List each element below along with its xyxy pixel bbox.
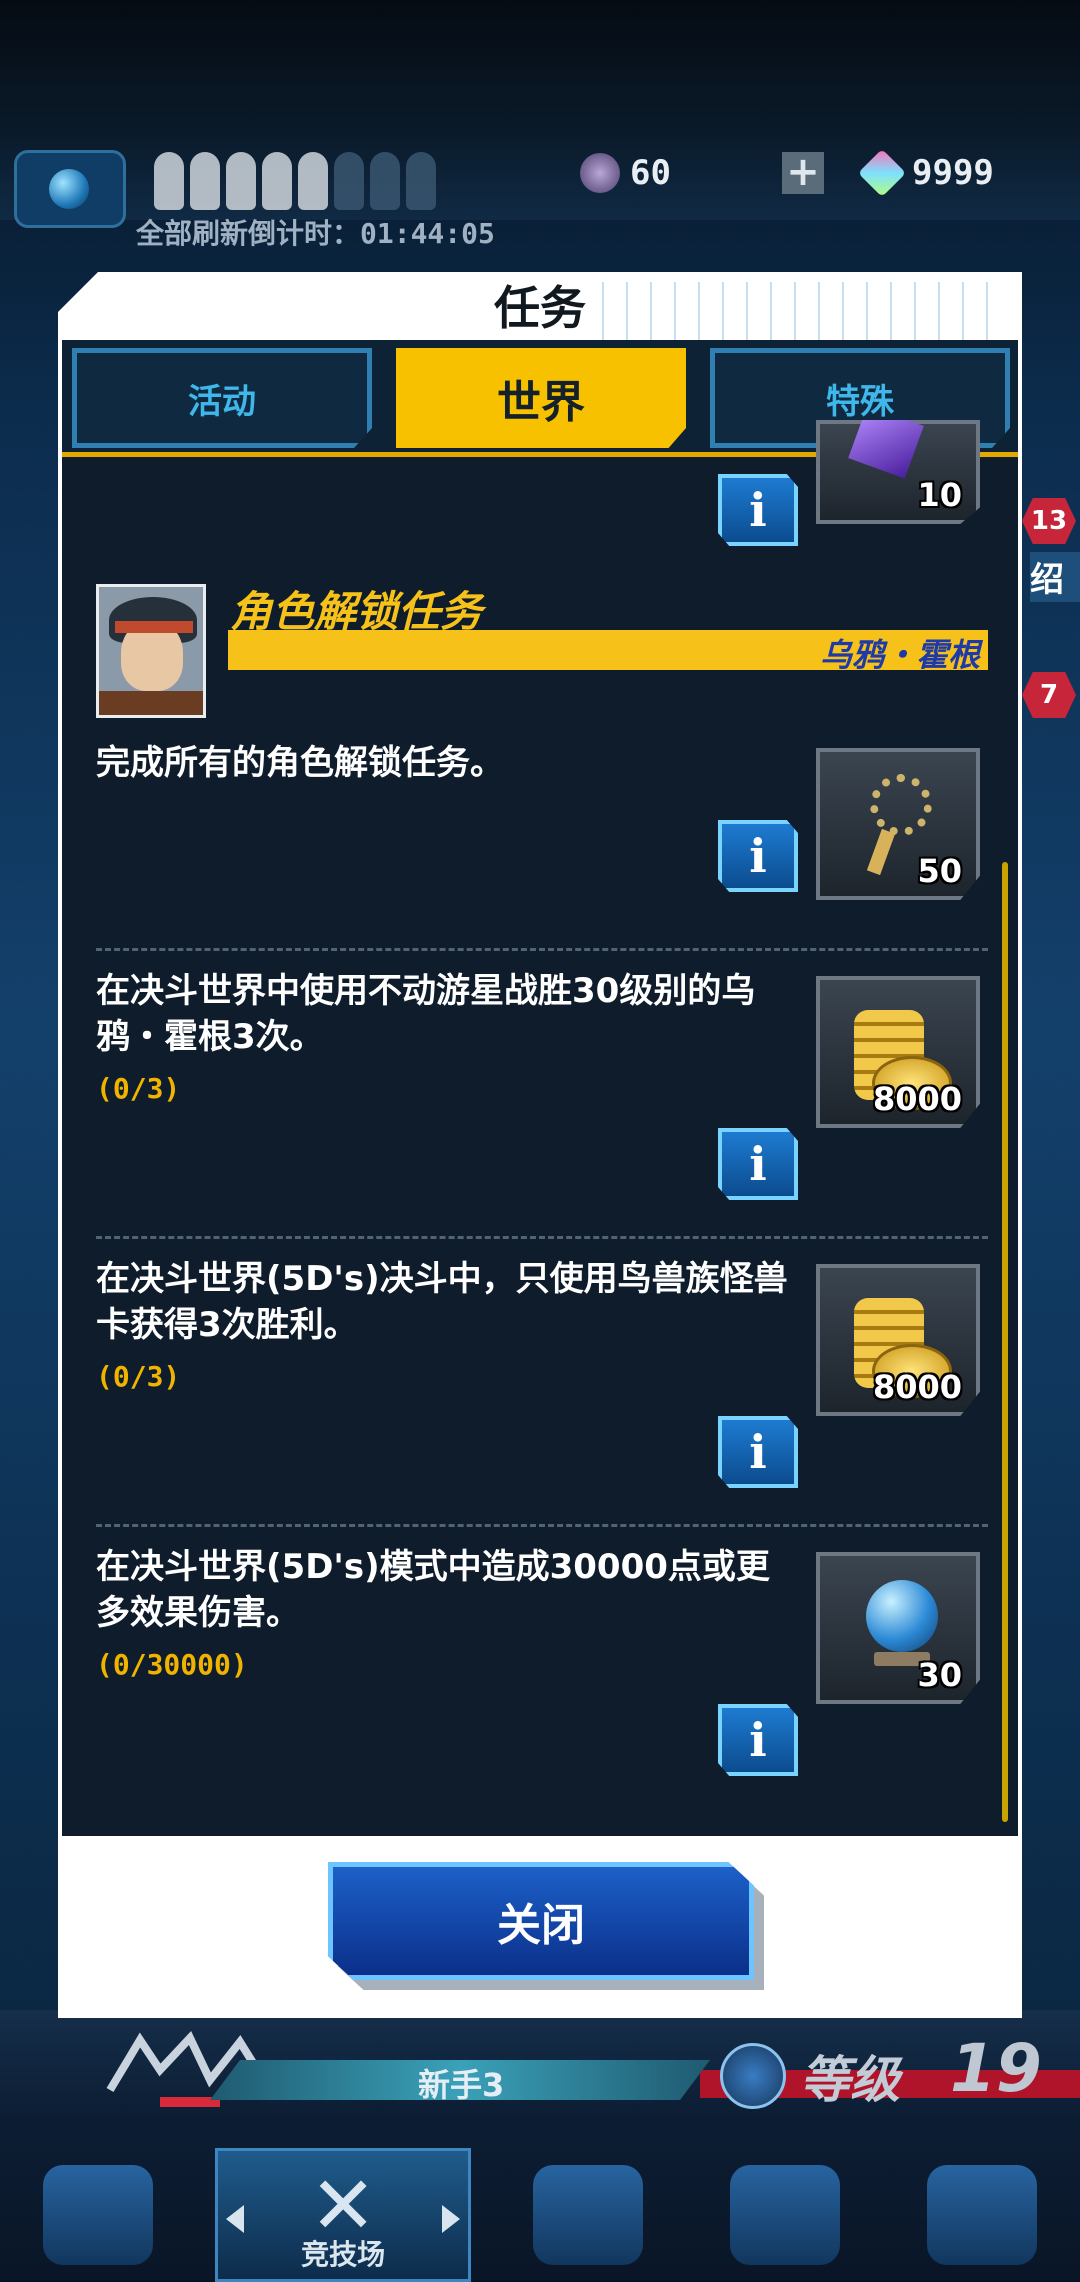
tab-event[interactable]: 活动 (72, 348, 372, 448)
divider (96, 948, 988, 951)
gem-icon (857, 148, 907, 198)
info-button[interactable]: i (718, 1704, 798, 1776)
rare-orb-icon (866, 1580, 938, 1652)
task-progress: (0/30000) (96, 1648, 248, 1681)
gem-count: 9999 (912, 153, 994, 193)
tab-world[interactable]: 世界 (396, 348, 686, 448)
nav-deck-button[interactable] (705, 2155, 865, 2275)
gem-currency: 9999 (857, 148, 994, 198)
reward-box[interactable]: 8000 (816, 976, 980, 1128)
reward-qty: 8000 (872, 1080, 962, 1118)
reward-qty: 10 (917, 476, 962, 514)
info-icon: i (749, 829, 767, 883)
reward-box[interactable]: 50 (816, 748, 980, 900)
reward-box[interactable]: 8000 (816, 1264, 980, 1416)
profile-gear-icon (43, 2165, 154, 2265)
world-globe-button[interactable] (14, 150, 126, 228)
info-button[interactable]: i (718, 820, 798, 892)
close-button[interactable]: 关闭 (328, 1862, 754, 1980)
dialog-title: 任务 (494, 281, 586, 335)
orb-currency: 60 (580, 150, 671, 196)
orb-icon (580, 153, 620, 193)
task-text: 在决斗世界(5D's)模式中造成30000点或更多效果伤害。 (96, 1547, 770, 1633)
bottom-nav: ✕ 竞技场 (0, 2148, 1080, 2282)
task-text: 在决斗世界中使用不动游星战胜30级别的乌鸦・霍根3次。 (96, 971, 756, 1057)
info-icon: i (749, 1713, 767, 1767)
task-progress: (0/3) (96, 1072, 181, 1105)
reward-qty: 30 (917, 1656, 962, 1694)
add-currency-button[interactable]: + (782, 152, 824, 194)
portrait-headband (115, 621, 193, 633)
reward-box[interactable]: 10 (816, 420, 980, 524)
party-slot-icon (154, 152, 184, 210)
reward-qty: 50 (917, 852, 962, 890)
side-badge-7[interactable]: 7 (1022, 672, 1076, 718)
key-shaft (866, 828, 896, 876)
scrollbar[interactable] (1002, 862, 1008, 1822)
info-icon: i (749, 1137, 767, 1191)
nav-shop-button[interactable] (508, 2155, 668, 2275)
nav-guild-button[interactable] (902, 2155, 1062, 2275)
character-name: 乌鸦・霍根 (819, 636, 980, 674)
rank-label: 新手3 (418, 2066, 505, 2104)
party-slot-icon (226, 152, 256, 210)
emblem-icon (926, 2165, 1037, 2265)
orb-count: 60 (630, 153, 671, 193)
party-slot-icon (370, 152, 400, 210)
group-title: 角色解锁任务 (230, 587, 483, 636)
nav-profile-button[interactable] (18, 2155, 178, 2275)
info-button[interactable]: i (718, 1128, 798, 1200)
party-slot-icon (190, 152, 220, 210)
character-portrait (96, 584, 206, 718)
party-slot-icon (406, 152, 436, 210)
party-slots (154, 152, 436, 210)
side-text: 绍 (1030, 552, 1080, 602)
info-icon: i (749, 483, 767, 537)
side-badge-13[interactable]: 13 (1022, 498, 1076, 544)
level-label: 等级 (800, 2051, 900, 2109)
reward-box[interactable]: 30 (816, 1552, 980, 1704)
info-button[interactable]: i (718, 1416, 798, 1488)
cart-icon (532, 2165, 643, 2265)
info-icon: i (749, 1425, 767, 1479)
reward-qty: 8000 (872, 1368, 962, 1406)
party-slot-icon (334, 152, 364, 210)
level-display: 等级 (720, 2040, 900, 2112)
party-slot-icon (262, 152, 292, 210)
cards-icon (729, 2165, 840, 2265)
refresh-countdown: 全部刷新倒计时：01:44:05 (136, 217, 495, 250)
task-progress: (0/3) (96, 1360, 181, 1393)
arrow-right-icon[interactable] (442, 2205, 461, 2233)
arrow-left-icon[interactable] (226, 2205, 245, 2233)
task-text: 完成所有的角色解锁任务。 (96, 743, 504, 783)
divider (96, 1236, 988, 1239)
divider (96, 1524, 988, 1527)
level-refresh-icon (720, 2043, 786, 2109)
level-value: 19 (950, 2030, 1042, 2107)
info-button[interactable]: i (718, 474, 798, 546)
portrait-coat (99, 691, 203, 715)
task-text: 在决斗世界(5D's)决斗中，只使用鸟兽族怪兽卡获得3次胜利。 (96, 1259, 788, 1345)
nav-arena-label: 竞技场 (301, 2238, 386, 2271)
party-slot-icon (298, 152, 328, 210)
nav-arena-button[interactable]: ✕ 竞技场 (215, 2148, 472, 2282)
key-icon (870, 774, 932, 836)
